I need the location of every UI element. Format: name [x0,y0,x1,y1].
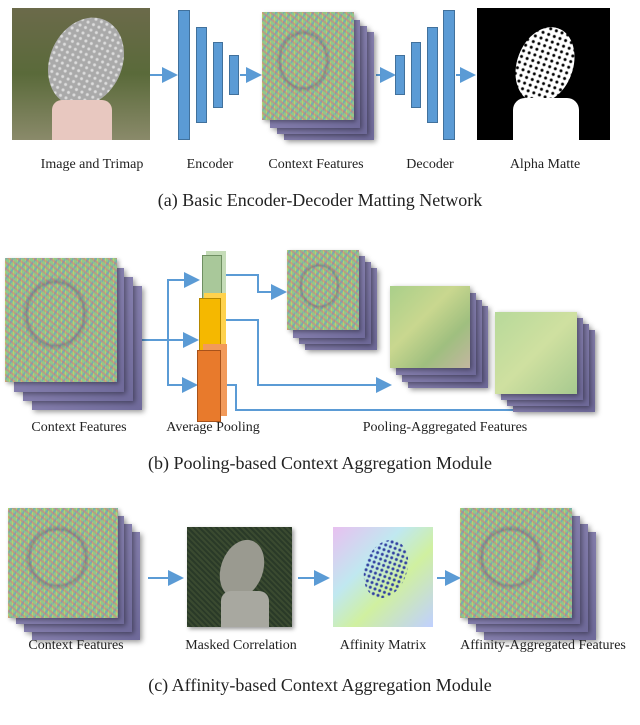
encoder-layer [229,55,239,95]
arrow [167,272,200,340]
pooling-block-orange [197,350,221,422]
caption-b: (b) Pooling-based Context Aggregation Mo… [148,453,492,473]
encoder-layer [213,42,223,108]
decoder-layer [411,42,421,108]
encoder-layer [196,27,207,123]
figure: Image and Trimap Encoder Context Feature… [0,0,640,725]
label-context-features: Context Features [268,157,364,172]
label-encoder: Encoder [186,157,234,172]
decoder-layer [427,27,438,123]
alpha-matte [477,8,610,140]
label-image-trimap: Image and Trimap [40,157,144,172]
arrow [222,274,287,300]
hands [52,100,112,140]
pooling-block-green [202,255,222,299]
pooling-block-yellow [199,298,221,354]
label-alpha-matte: Alpha Matte [509,157,581,172]
label-masked-correlation: Masked Correlation [185,638,297,653]
arrow [167,340,198,393]
masked-correlation-image [187,527,292,627]
label-pooling-aggregated: Pooling-Aggregated Features [362,420,528,435]
caption-c: (c) Affinity-based Context Aggregation M… [148,675,492,695]
decoder-layer [443,10,455,140]
label-affinity-matrix: Affinity Matrix [339,638,427,653]
input-image [12,5,150,140]
label-context-features: Context Features [31,420,127,435]
caption-a: (a) Basic Encoder-Decoder Matting Networ… [157,190,483,210]
label-average-pooling: Average Pooling [166,420,260,435]
label-affinity-aggregated: Affinity-Aggregated Features [460,638,626,653]
encoder-layer [178,10,190,140]
label-context-features: Context Features [28,638,124,653]
affinity-matrix-image [333,527,433,627]
decoder-layer [395,55,405,95]
label-decoder: Decoder [406,157,454,172]
